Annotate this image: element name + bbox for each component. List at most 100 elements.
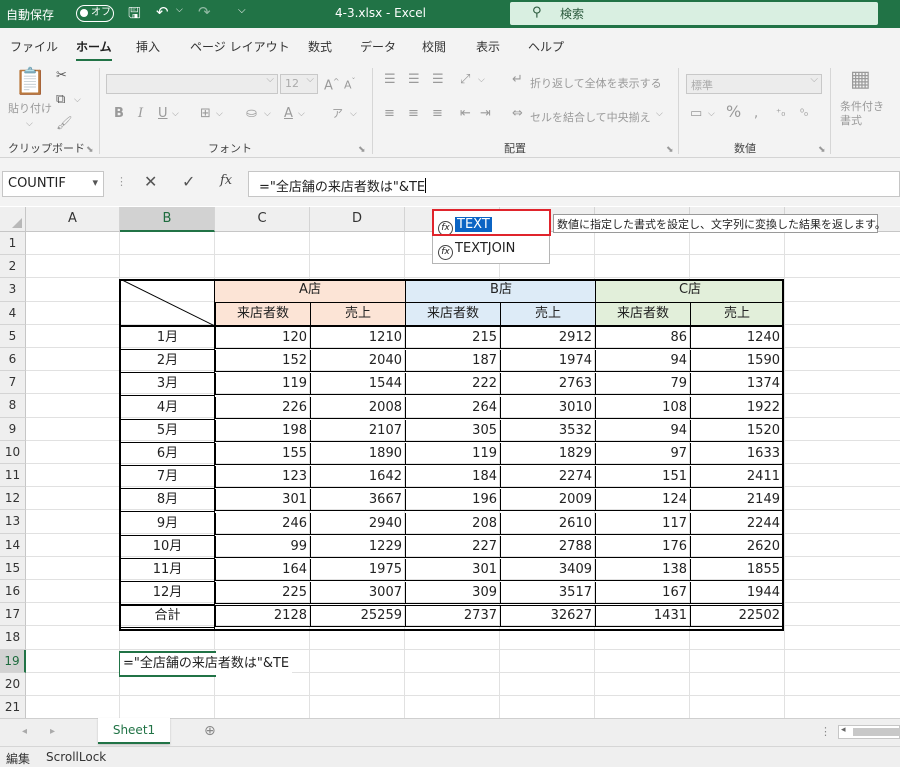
next-sheet-icon[interactable]: ▸ — [50, 726, 55, 737]
month-label[interactable]: 7月 — [120, 466, 215, 488]
autocomplete-item-textjoin[interactable]: fx TEXTJOIN — [435, 238, 547, 260]
tab-formulas[interactable]: 数式 — [308, 38, 332, 55]
table-cell[interactable]: 86 — [595, 327, 690, 349]
diagonal-header-cell[interactable] — [120, 279, 215, 326]
font-color-icon[interactable]: A — [284, 106, 293, 122]
table-cell[interactable]: 2940 — [310, 512, 405, 535]
conditional-format-icon[interactable]: ▦ — [850, 68, 871, 92]
table-cell[interactable]: 2040 — [310, 350, 405, 373]
redo-icon[interactable]: ↷ — [198, 3, 211, 21]
table-cell[interactable]: 3517 — [500, 582, 595, 605]
row-header-9[interactable]: 9 — [0, 417, 26, 441]
table-cell[interactable]: 167 — [595, 582, 690, 605]
undo-icon[interactable]: ↶ — [156, 3, 169, 21]
editing-cell-text[interactable]: ="全店舗の来店者数は"&TE — [120, 653, 293, 675]
fill-color-icon[interactable]: ⛀ — [246, 106, 257, 122]
subheader-cell[interactable]: 来店者数 — [215, 303, 310, 326]
table-cell[interactable]: 246 — [215, 512, 310, 535]
middle-align-icon[interactable]: ☰ — [408, 72, 420, 88]
cut-icon[interactable]: ✂ — [56, 68, 67, 84]
insert-function-icon[interactable]: fx — [220, 173, 232, 188]
month-label[interactable]: 12月 — [120, 582, 215, 604]
month-label[interactable]: 3月 — [120, 373, 215, 395]
row-header-1[interactable]: 1 — [0, 232, 26, 256]
table-cell[interactable]: 225 — [215, 582, 310, 605]
paste-label[interactable]: 貼り付け — [8, 100, 52, 116]
formula-bar-resize-icon[interactable]: ⋮ — [116, 175, 127, 188]
row-header-5[interactable]: 5 — [0, 324, 26, 348]
align-right-icon[interactable]: ≡ — [432, 106, 443, 122]
row-header-14[interactable]: 14 — [0, 533, 26, 557]
underline-dropdown-icon[interactable]: ⌵ — [172, 106, 179, 122]
font-name-dropdown[interactable] — [106, 74, 278, 94]
subheader-cell[interactable]: 売上 — [690, 303, 783, 326]
tab-page-layout[interactable]: ページ レイアウト — [190, 38, 290, 55]
table-cell[interactable]: 119 — [215, 373, 310, 396]
table-cell[interactable]: 1431 — [595, 605, 690, 628]
decrease-font-icon[interactable]: Aˇ — [344, 74, 356, 94]
underline-icon[interactable]: U — [158, 106, 168, 122]
row-header-21[interactable]: 21 — [0, 696, 26, 720]
search-box[interactable]: ⚲ 検索 — [510, 2, 878, 25]
paste-icon[interactable]: 📋 — [14, 68, 46, 96]
bottom-align-icon[interactable]: ☰ — [432, 72, 444, 88]
table-cell[interactable]: 1922 — [690, 396, 783, 419]
table-cell[interactable]: 117 — [595, 512, 690, 535]
table-cell[interactable]: 119 — [405, 443, 500, 465]
table-cell[interactable]: 309 — [405, 582, 500, 605]
formula-input[interactable]: ="全店舗の来店者数は"&TE — [248, 171, 900, 197]
fill-color-dropdown-icon[interactable]: ⌵ — [264, 106, 271, 122]
increase-font-icon[interactable]: A^ — [324, 74, 340, 94]
table-cell[interactable]: 155 — [215, 443, 310, 465]
table-cell[interactable]: 187 — [405, 350, 500, 373]
table-cell[interactable]: 1974 — [500, 350, 595, 373]
table-cell[interactable]: 2610 — [500, 512, 595, 535]
merge-dropdown-icon[interactable]: ⌵ — [656, 106, 663, 122]
prev-sheet-icon[interactable]: ◂ — [22, 726, 27, 737]
enter-icon[interactable]: ✓ — [182, 172, 195, 191]
table-cell[interactable]: 1633 — [690, 443, 783, 465]
table-cell[interactable]: 1544 — [310, 373, 405, 396]
row-header-4[interactable]: 4 — [0, 301, 26, 325]
subheader-cell[interactable]: 来店者数 — [595, 303, 690, 326]
table-cell[interactable]: 2411 — [690, 466, 783, 489]
table-cell[interactable]: 123 — [215, 466, 310, 489]
table-cell[interactable]: 99 — [215, 535, 310, 558]
row-header-7[interactable]: 7 — [0, 371, 26, 395]
wrap-text-button[interactable]: 折り返して全体を表示する — [530, 75, 662, 91]
align-left-icon[interactable]: ≡ — [384, 106, 395, 122]
table-cell[interactable]: 1210 — [310, 327, 405, 349]
paste-dropdown-icon[interactable]: ⌵ — [26, 116, 33, 132]
alignment-launcher-icon[interactable]: ⬊ — [666, 142, 674, 158]
cancel-icon[interactable]: ✕ — [144, 172, 157, 191]
orientation-dropdown-icon[interactable]: ⌵ — [478, 72, 485, 88]
orientation-icon[interactable]: ⤢ — [460, 72, 470, 88]
currency-icon[interactable]: ▭ — [690, 106, 702, 122]
subheader-cell[interactable]: 売上 — [500, 303, 595, 326]
tab-view[interactable]: 表示 — [476, 38, 500, 55]
row-header-6[interactable]: 6 — [0, 348, 26, 372]
phonetic-icon[interactable]: ア — [332, 106, 343, 122]
save-icon[interactable]: 🖫 — [128, 3, 141, 28]
table-cell[interactable]: 22502 — [690, 605, 783, 628]
table-cell[interactable]: 138 — [595, 559, 690, 581]
row-header-2[interactable]: 2 — [0, 255, 26, 279]
row-header-11[interactable]: 11 — [0, 464, 26, 488]
tab-data[interactable]: データ — [360, 38, 396, 55]
column-header-d[interactable]: D — [310, 207, 405, 232]
percent-icon[interactable]: % — [726, 104, 741, 120]
month-label[interactable]: 1月 — [120, 327, 215, 349]
month-label[interactable]: 8月 — [120, 489, 215, 511]
table-cell[interactable]: 1855 — [690, 559, 783, 581]
month-label[interactable]: 5月 — [120, 420, 215, 442]
number-launcher-icon[interactable]: ⬊ — [818, 142, 826, 158]
table-cell[interactable]: 2788 — [500, 535, 595, 558]
table-cell[interactable]: 2737 — [405, 605, 500, 628]
format-painter-icon[interactable]: 🖌 — [56, 116, 73, 132]
increase-decimal-icon[interactable]: ⁺₀ — [776, 106, 785, 122]
table-cell[interactable]: 3007 — [310, 582, 405, 605]
table-cell[interactable]: 1642 — [310, 466, 405, 489]
add-sheet-icon[interactable]: ⊕ — [204, 723, 216, 739]
row-header-3[interactable]: 3 — [0, 278, 26, 302]
increase-indent-icon[interactable]: ⇥ — [480, 106, 491, 122]
